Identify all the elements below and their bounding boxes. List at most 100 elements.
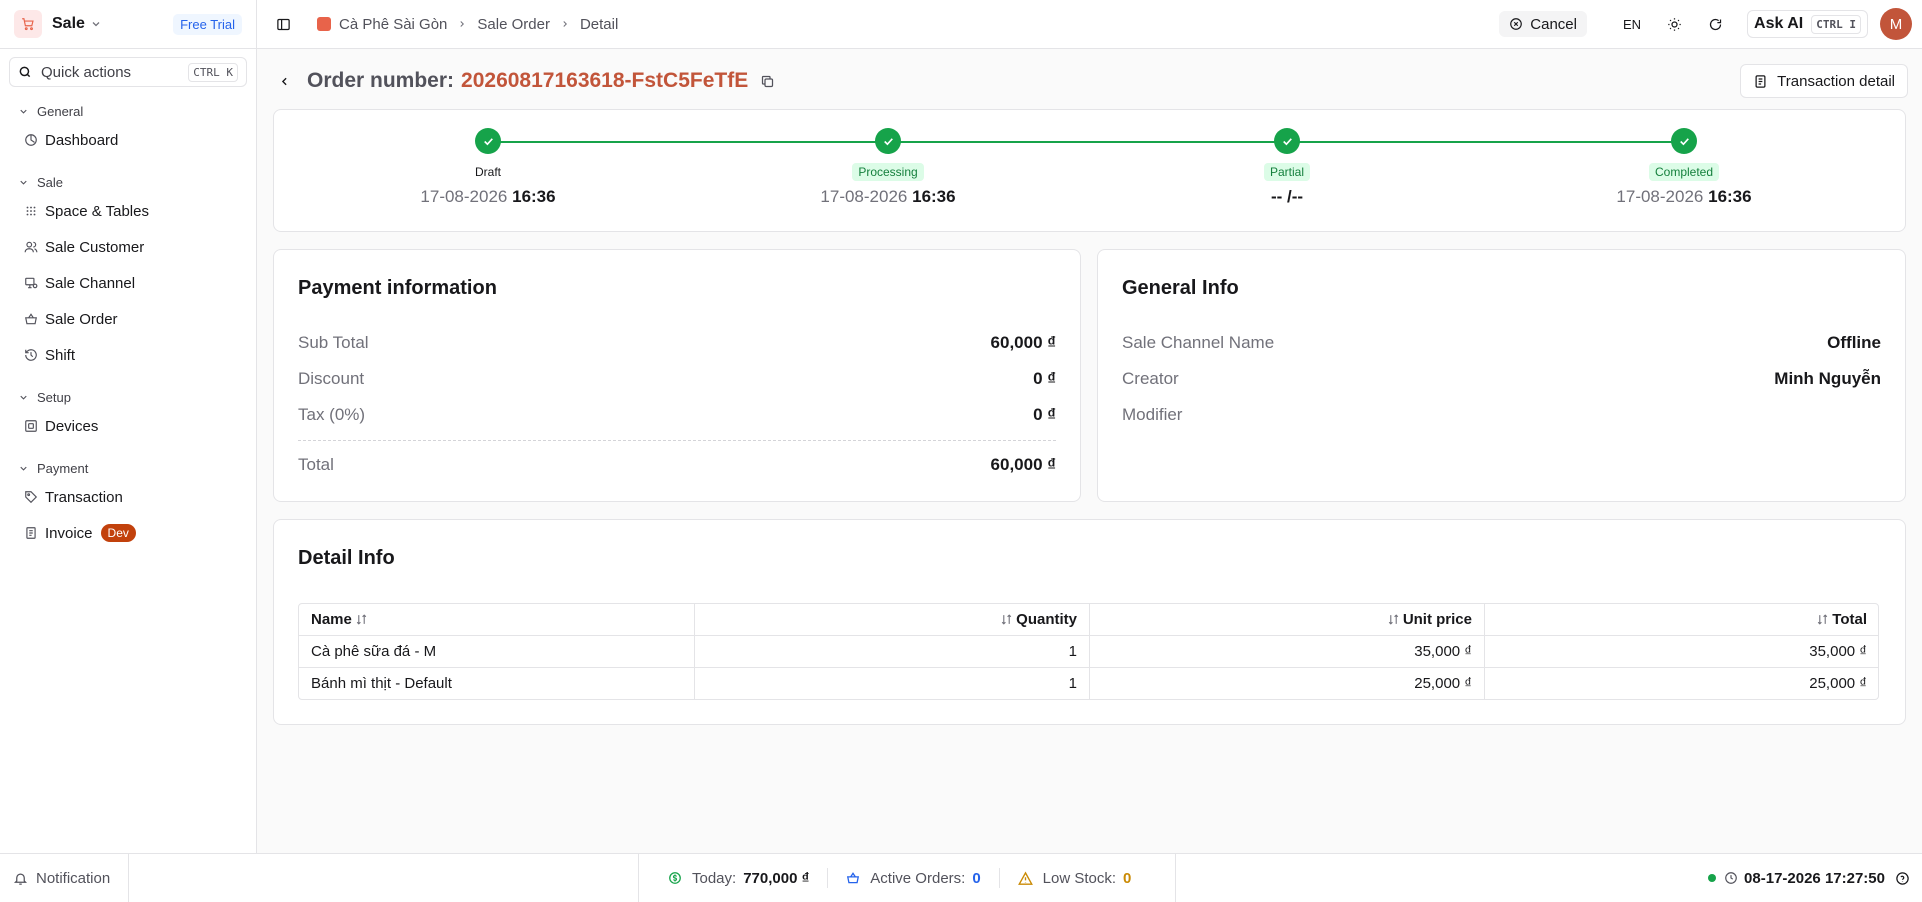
ask-ai-shortcut: CTRL I: [1811, 14, 1861, 34]
sort-icon: [356, 614, 367, 625]
step-timestamp: 17-08-2026 16:36: [1616, 187, 1751, 207]
cancel-label: Cancel: [1530, 15, 1577, 33]
sort-icon: [1818, 614, 1828, 625]
copy-icon[interactable]: [760, 74, 775, 89]
today-revenue-stat: Today: 770,000 ₫: [639, 868, 827, 888]
sidebar-item-label: Sale Order: [45, 310, 118, 328]
top-bar-actions: Cancel EN Ask AI CTRL I M: [1499, 8, 1912, 40]
sidebar-group-setup: Setup Devices: [0, 386, 256, 444]
theme-toggle-icon[interactable]: [1667, 17, 1682, 32]
cell-unit-price: 25,000 ₫: [1089, 668, 1484, 699]
sidebar-item-devices[interactable]: Devices: [0, 408, 256, 444]
stat-label: Today:: [692, 869, 737, 887]
order-status-stepper: Draft 17-08-2026 16:36 Processing 17-08-…: [273, 109, 1906, 232]
breadcrumb-store[interactable]: Cà Phê Sài Gòn: [339, 16, 447, 33]
dashboard-icon: [25, 134, 37, 146]
step-label: Draft: [474, 165, 501, 179]
stat-value: 0: [1123, 869, 1132, 887]
cell-quantity: 1: [694, 668, 1089, 699]
sidebar-toggle-icon[interactable]: [276, 17, 291, 32]
chevron-right-icon: [457, 19, 467, 29]
transaction-detail-button[interactable]: Transaction detail: [1740, 64, 1908, 98]
sidebar-item-transaction[interactable]: Transaction: [0, 479, 256, 515]
chevron-down-icon: [20, 395, 27, 400]
step-time: 16:36: [912, 187, 956, 206]
cancel-button[interactable]: Cancel: [1499, 11, 1587, 37]
cell-name: Cà phê sữa đá - M: [311, 643, 437, 660]
column-header-unit-price[interactable]: Unit price: [1089, 604, 1484, 635]
app-root: Sale Free Trial Quick actions CTRL K Gen…: [0, 0, 1922, 902]
grid-icon: [26, 206, 36, 216]
row-label: Modifier: [1122, 405, 1183, 424]
sidebar-item-label: Invoice: [45, 524, 93, 542]
active-orders-stat: Active Orders: 0: [827, 868, 998, 888]
row-label: Total: [298, 455, 334, 474]
cell-name: Bánh mì thịt - Default: [311, 675, 452, 692]
channel-icon: [25, 277, 38, 289]
devices-icon: [25, 420, 37, 432]
sidebar-item-label: Transaction: [45, 488, 123, 506]
row-value: 0 ₫: [1033, 405, 1056, 424]
sale-channel-row: Sale Channel Name Offline: [1122, 333, 1881, 353]
check-icon: [475, 128, 501, 154]
sidebar-group-toggle[interactable]: Sale: [0, 171, 256, 193]
users-icon: [24, 241, 38, 253]
sidebar-item-space-tables[interactable]: Space & Tables: [0, 193, 256, 229]
row-label: Creator: [1122, 369, 1179, 388]
refresh-icon[interactable]: [1708, 17, 1723, 32]
sort-icon: [1388, 614, 1399, 625]
step-label: Processing: [852, 163, 924, 181]
quick-actions-shortcut: CTRL K: [188, 62, 238, 82]
help-icon[interactable]: [1895, 871, 1910, 886]
sidebar-item-shift[interactable]: Shift: [0, 337, 256, 373]
subtotal-row: Sub Total 60,000 ₫: [298, 333, 1056, 353]
breadcrumb-sale-order[interactable]: Sale Order: [477, 16, 550, 33]
store-logo-icon: [317, 17, 331, 31]
column-header-name[interactable]: Name: [299, 604, 694, 635]
language-switch[interactable]: EN: [1623, 17, 1641, 32]
sidebar-item-label: Dashboard: [45, 131, 119, 149]
sidebar-group-title: Sale: [37, 174, 64, 190]
quick-actions-search[interactable]: Quick actions CTRL K: [9, 57, 247, 87]
column-header-total[interactable]: Total: [1484, 604, 1878, 635]
sidebar-item-sale-customer[interactable]: Sale Customer: [0, 229, 256, 265]
card-title: Payment information: [298, 277, 497, 299]
sidebar-group-toggle[interactable]: General: [0, 100, 256, 122]
order-number-value: 20260817163618-FstC5FeTfE: [461, 69, 749, 92]
order-items-table: Name Quantity Unit price Total Cà phê sữ…: [298, 603, 1879, 700]
app-switcher[interactable]: Sale Free Trial: [0, 0, 256, 49]
sidebar-group-toggle[interactable]: Setup: [0, 386, 256, 408]
sidebar-group-toggle[interactable]: Payment: [0, 457, 256, 479]
sidebar-item-sale-order[interactable]: Sale Order: [0, 301, 256, 337]
chevron-down-icon: [20, 109, 27, 114]
order-number-label: Order number:: [307, 69, 455, 92]
ask-ai-button[interactable]: Ask AI CTRL I: [1747, 10, 1868, 38]
back-arrow-icon[interactable]: [271, 68, 297, 94]
sidebar-item-dashboard[interactable]: Dashboard: [0, 122, 256, 158]
free-trial-badge[interactable]: Free Trial: [173, 13, 242, 35]
ask-ai-label: Ask AI: [1754, 15, 1804, 32]
divider: [298, 440, 1056, 441]
row-label: Sub Total: [298, 333, 369, 352]
step-draft: Draft 17-08-2026 16:36: [388, 128, 588, 207]
step-time: 16:36: [1708, 187, 1752, 206]
basket-icon: [847, 872, 860, 884]
notification-button[interactable]: Notification: [0, 854, 129, 902]
breadcrumb: Cà Phê Sài Gòn Sale Order Detail: [276, 16, 618, 33]
avatar[interactable]: M: [1880, 8, 1912, 40]
cell-total: 25,000 ₫: [1484, 668, 1878, 699]
card-title: Detail Info: [298, 547, 395, 569]
table-row[interactable]: Cà phê sữa đá - M 1 35,000 ₫ 35,000 ₫: [299, 635, 1878, 667]
sidebar-item-invoice[interactable]: Invoice Dev: [0, 515, 256, 551]
sidebar-item-label: Devices: [45, 417, 99, 435]
column-header-label: Unit price: [1402, 611, 1472, 628]
stats-panel: Today: 770,000 ₫ Active Orders: 0 Low St…: [638, 854, 1176, 902]
row-label: Discount: [298, 369, 365, 388]
modifier-row: Modifier: [1122, 405, 1881, 425]
transaction-detail-label: Transaction detail: [1777, 72, 1895, 90]
total-row: Total 60,000 ₫: [298, 455, 1056, 475]
order-header: Order number: 20260817163618-FstC5FeTfE …: [271, 63, 1908, 99]
table-row[interactable]: Bánh mì thịt - Default 1 25,000 ₫ 25,000…: [299, 667, 1878, 699]
sidebar-item-sale-channel[interactable]: Sale Channel: [0, 265, 256, 301]
column-header-quantity[interactable]: Quantity: [694, 604, 1089, 635]
